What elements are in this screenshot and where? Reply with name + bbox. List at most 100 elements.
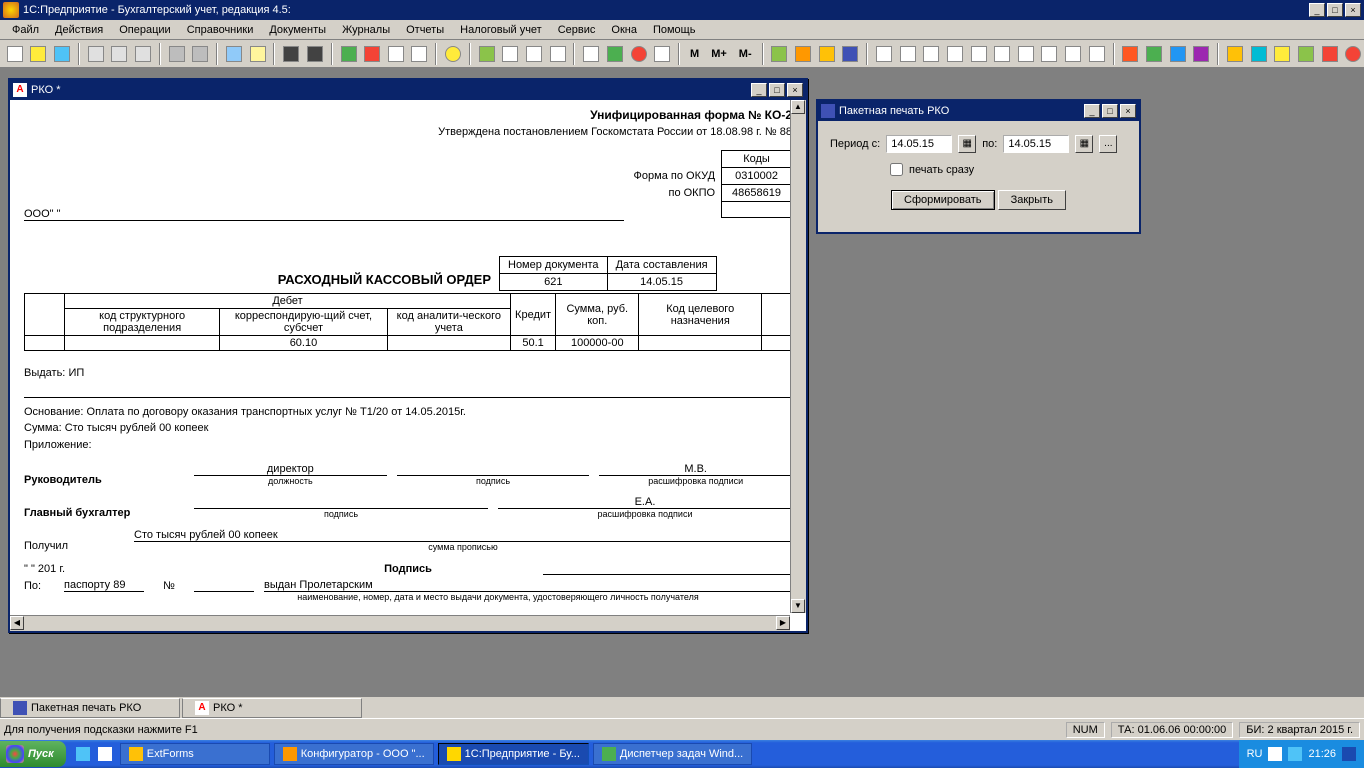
tool3-icon[interactable] (385, 43, 407, 65)
dialog-maximize-button[interactable]: □ (1102, 104, 1118, 118)
task-1c[interactable]: 1С:Предприятие - Бу... (438, 743, 589, 765)
color8-icon[interactable] (1295, 43, 1317, 65)
color2-icon[interactable] (1143, 43, 1165, 65)
mdi-tab-rko[interactable]: A РКО * (182, 698, 362, 718)
report-icon[interactable] (500, 43, 522, 65)
tool-b-icon[interactable] (792, 43, 814, 65)
color1-icon[interactable] (1120, 43, 1142, 65)
status-num: NUM (1066, 722, 1105, 738)
dialog-close-button[interactable]: × (1120, 104, 1136, 118)
print-now-checkbox[interactable] (890, 163, 903, 176)
scroll-left-icon[interactable]: ◀ (10, 616, 24, 630)
color3-icon[interactable] (1167, 43, 1189, 65)
date-to-input[interactable] (1003, 135, 1069, 153)
menu-references[interactable]: Справочники (179, 22, 262, 38)
color10-icon[interactable] (1342, 43, 1364, 65)
menu-documents[interactable]: Документы (261, 22, 334, 38)
doc-close-button[interactable]: × (787, 83, 803, 97)
mminus-button[interactable]: M- (734, 43, 757, 65)
grid7-icon[interactable] (1015, 43, 1037, 65)
quicklaunch1-icon[interactable] (76, 747, 90, 761)
maximize-button[interactable]: □ (1327, 3, 1343, 17)
tool-a-icon[interactable] (769, 43, 791, 65)
close-dialog-button[interactable]: Закрыть (998, 190, 1066, 210)
chart-icon[interactable] (476, 43, 498, 65)
calc-icon[interactable] (223, 43, 245, 65)
print-icon[interactable] (166, 43, 188, 65)
scroll-right-icon[interactable]: ▶ (776, 616, 790, 630)
grid6-icon[interactable] (991, 43, 1013, 65)
color5-icon[interactable] (1224, 43, 1246, 65)
stop-icon[interactable] (361, 43, 383, 65)
grid9-icon[interactable] (1062, 43, 1084, 65)
paste-icon[interactable] (132, 43, 154, 65)
color9-icon[interactable] (1319, 43, 1341, 65)
open-icon[interactable] (28, 43, 50, 65)
grid2-icon[interactable] (897, 43, 919, 65)
task-dispatcher[interactable]: Диспетчер задач Wind... (593, 743, 752, 765)
minimize-button[interactable]: _ (1309, 3, 1325, 17)
color7-icon[interactable] (1271, 43, 1293, 65)
tray-lang[interactable]: RU (1247, 748, 1263, 760)
help-icon[interactable] (442, 43, 464, 65)
menu-help[interactable]: Помощь (645, 22, 704, 38)
tray-icon1[interactable] (1268, 747, 1282, 761)
save-icon[interactable] (51, 43, 73, 65)
color4-icon[interactable] (1191, 43, 1213, 65)
color6-icon[interactable] (1248, 43, 1270, 65)
new-icon[interactable] (4, 43, 26, 65)
scroll-up-icon[interactable]: ▲ (791, 100, 805, 114)
menu-actions[interactable]: Действия (47, 22, 111, 38)
period-dots-button[interactable]: ... (1099, 135, 1117, 153)
menu-tax[interactable]: Налоговый учет (452, 22, 550, 38)
journal-icon[interactable] (547, 43, 569, 65)
grid10-icon[interactable] (1086, 43, 1108, 65)
scrollbar-vertical[interactable]: ▲ ▼ (790, 100, 806, 613)
run-icon[interactable] (338, 43, 360, 65)
quicklaunch2-icon[interactable] (98, 747, 112, 761)
menu-journals[interactable]: Журналы (334, 22, 398, 38)
menu-windows[interactable]: Окна (603, 22, 645, 38)
tool-d-icon[interactable] (840, 43, 862, 65)
play-icon[interactable] (604, 43, 626, 65)
find-icon[interactable] (280, 43, 302, 65)
menu-operations[interactable]: Операции (111, 22, 178, 38)
close-button[interactable]: × (1345, 3, 1361, 17)
start-button[interactable]: Пуск (0, 741, 66, 767)
m-button[interactable]: M (685, 43, 704, 65)
tool-c-icon[interactable] (816, 43, 838, 65)
sheet-icon[interactable] (523, 43, 545, 65)
task-configurator[interactable]: Конфигуратор - ООО "... (274, 743, 434, 765)
tray-icon2[interactable] (1288, 747, 1302, 761)
date-from-input[interactable] (886, 135, 952, 153)
calendar-icon[interactable] (247, 43, 269, 65)
preview-icon[interactable] (189, 43, 211, 65)
mdi-tab-batch[interactable]: Пакетная печать РКО (0, 698, 180, 718)
grid1-icon[interactable] (873, 43, 895, 65)
cut-icon[interactable] (85, 43, 107, 65)
task-extforms[interactable]: ExtForms (120, 743, 270, 765)
menu-file[interactable]: Файл (4, 22, 47, 38)
copy-icon[interactable] (109, 43, 131, 65)
grid4-icon[interactable] (944, 43, 966, 65)
t-icon[interactable] (580, 43, 602, 65)
grid3-icon[interactable] (920, 43, 942, 65)
grid8-icon[interactable] (1039, 43, 1061, 65)
calendar-to-icon[interactable]: ▦ (1075, 135, 1093, 153)
mplus-button[interactable]: M+ (706, 43, 732, 65)
tray-icon3[interactable] (1342, 747, 1356, 761)
menu-reports[interactable]: Отчеты (398, 22, 452, 38)
ff-icon[interactable] (651, 43, 673, 65)
binoculars-icon[interactable] (304, 43, 326, 65)
calendar-from-icon[interactable]: ▦ (958, 135, 976, 153)
doc-maximize-button[interactable]: □ (769, 83, 785, 97)
scroll-down-icon[interactable]: ▼ (791, 599, 805, 613)
dialog-minimize-button[interactable]: _ (1084, 104, 1100, 118)
record-icon[interactable] (628, 43, 650, 65)
scrollbar-horizontal[interactable]: ◀ ▶ (10, 615, 790, 631)
doc-minimize-button[interactable]: _ (751, 83, 767, 97)
form-button[interactable]: Сформировать (891, 190, 995, 210)
grid5-icon[interactable] (968, 43, 990, 65)
tool4-icon[interactable] (409, 43, 431, 65)
menu-service[interactable]: Сервис (550, 22, 604, 38)
